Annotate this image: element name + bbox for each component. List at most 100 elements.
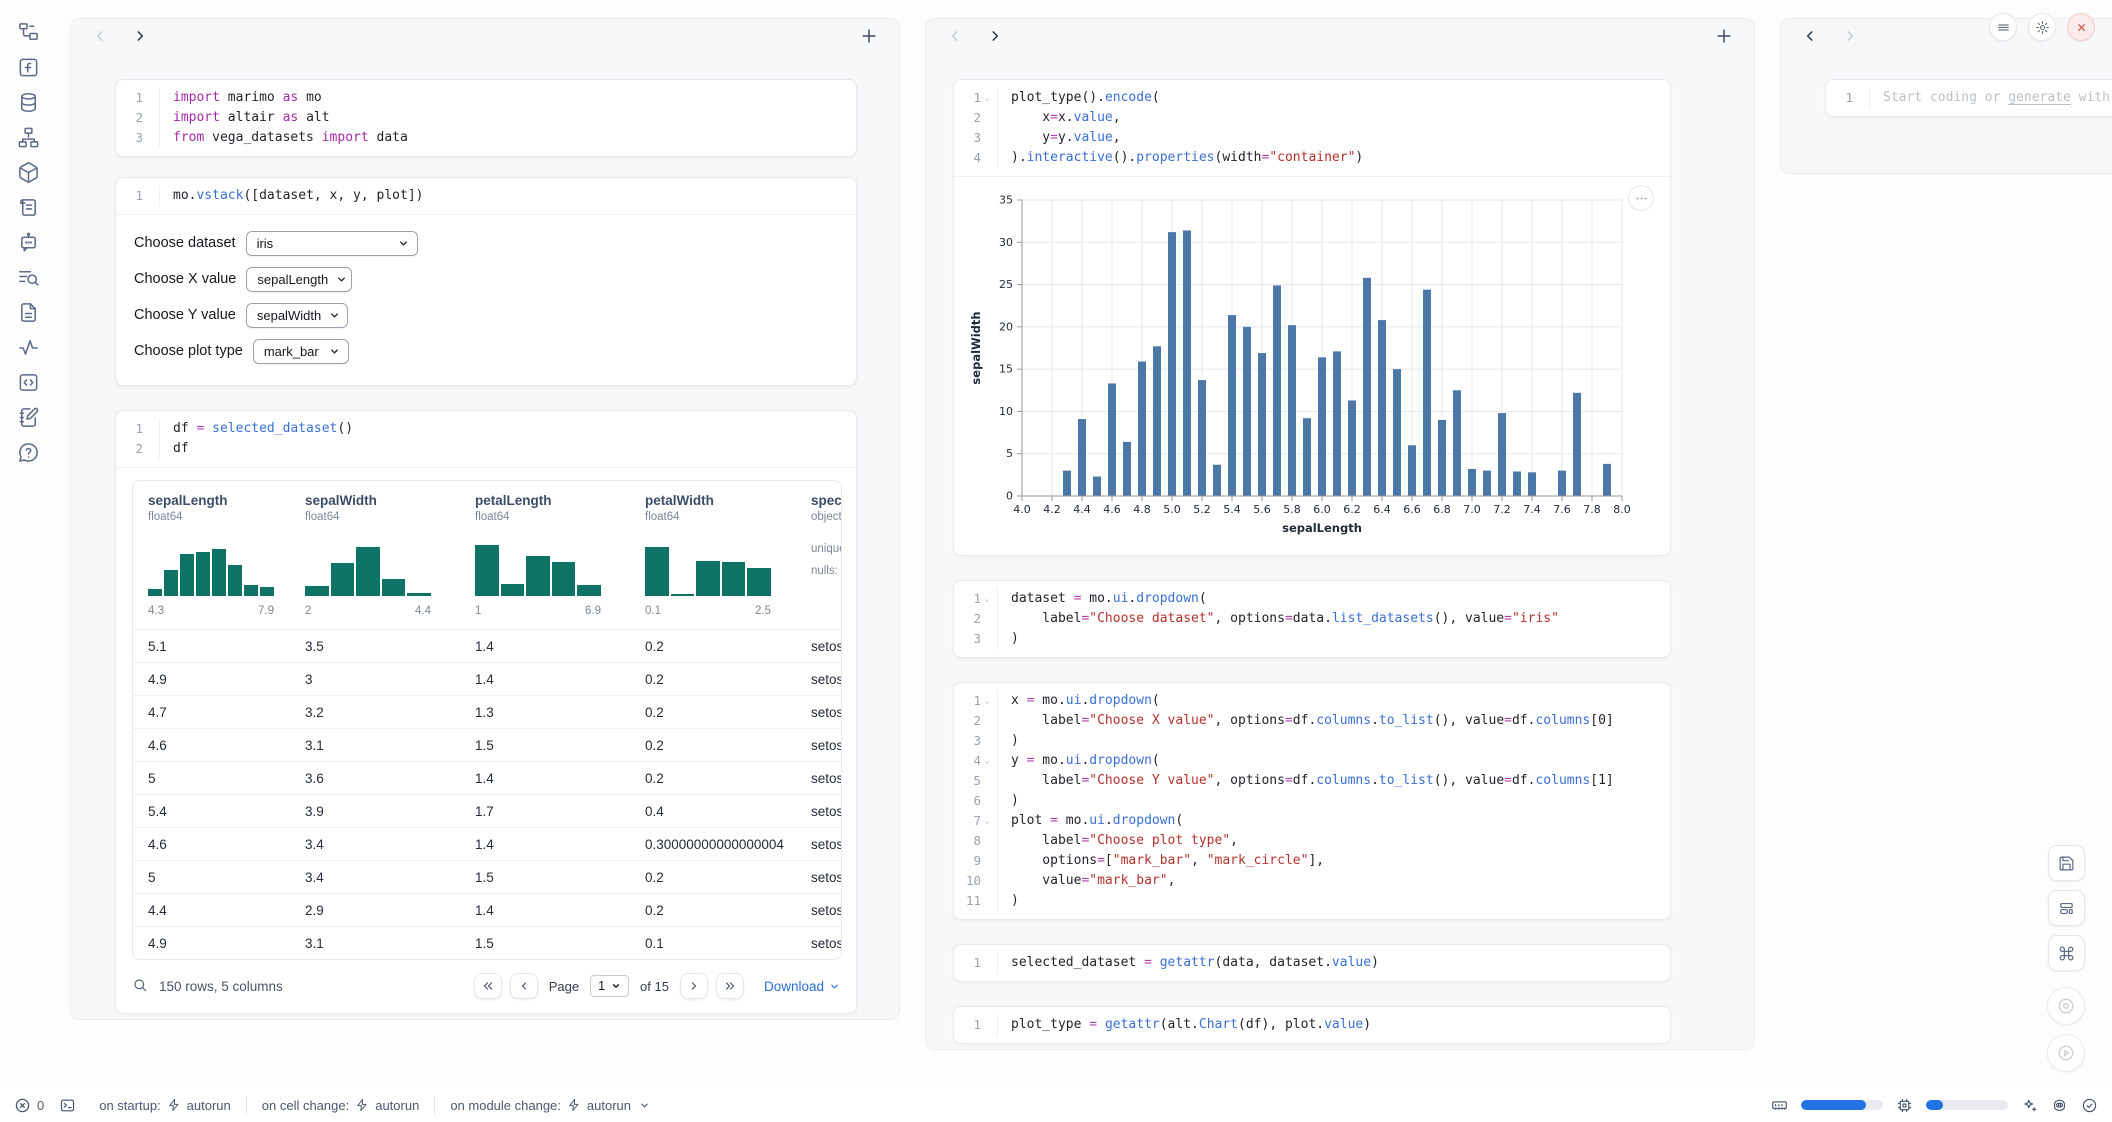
- column-prev-icon[interactable]: [91, 27, 109, 45]
- notebook-column-3: 1 Start coding or generate with AI: [1780, 18, 2112, 174]
- cell-code-editor[interactable]: 1plot_type = getattr(alt.Chart(df), plot…: [954, 1007, 1670, 1043]
- ai-sparkles-icon[interactable]: [2021, 1097, 2038, 1114]
- table-cell: 1.4: [460, 903, 630, 918]
- table-row[interactable]: 53.41.50.2setosa: [133, 860, 841, 893]
- svg-text:5.2: 5.2: [1193, 503, 1211, 516]
- on-startup-setting[interactable]: on startup: autorun: [84, 1096, 246, 1114]
- add-cell-icon[interactable]: [859, 26, 879, 46]
- add-cell-icon[interactable]: [1714, 26, 1734, 46]
- menu-icon[interactable]: [1989, 13, 2017, 41]
- stop-icon[interactable]: [2047, 987, 2085, 1025]
- column-prev-icon[interactable]: [946, 27, 964, 45]
- cell-chart: 1⌄234plot_type().encode( x=x.value, y=y.…: [953, 79, 1671, 556]
- table-row[interactable]: 4.63.11.50.2setosa: [133, 728, 841, 761]
- column-header[interactable]: petalWidthfloat640.12.5: [630, 481, 796, 629]
- column-next-icon[interactable]: [1841, 27, 1859, 45]
- save-icon[interactable]: [2048, 845, 2085, 881]
- layout-panels-icon[interactable]: [2048, 890, 2085, 926]
- table-row[interactable]: 5.43.91.70.4setosa: [133, 794, 841, 827]
- terminal-icon[interactable]: [59, 1097, 76, 1114]
- column-header[interactable]: sepalLengthfloat644.37.9: [133, 481, 290, 629]
- column-header[interactable]: petalLengthfloat6416.9: [460, 481, 630, 629]
- choose-y-value-select[interactable]: sepalWidth: [246, 303, 348, 328]
- table-row[interactable]: 4.63.41.40.30000000000000004setosa: [133, 827, 841, 860]
- column-header[interactable]: sepalWidthfloat6424.4: [290, 481, 460, 629]
- svg-text:15: 15: [999, 363, 1013, 376]
- svg-text:30: 30: [999, 236, 1013, 249]
- table-row[interactable]: 4.93.11.50.1setosa: [133, 926, 841, 959]
- svg-text:10: 10: [999, 405, 1013, 418]
- chart-output: 051015202530354.04.24.44.64.85.05.25.45.…: [954, 176, 1670, 555]
- list-search-icon[interactable]: [17, 266, 40, 289]
- search-icon[interactable]: [132, 977, 148, 996]
- cell-code-editor[interactable]: 1selected_dataset = getattr(data, datase…: [954, 945, 1670, 981]
- database-icon[interactable]: [17, 91, 40, 114]
- column-prev-icon[interactable]: [1801, 27, 1819, 45]
- chevron-down-icon: [639, 1100, 650, 1111]
- column-header[interactable]: speciesobjectuniquenulls:: [796, 481, 842, 629]
- chart-menu-icon[interactable]: [1628, 185, 1654, 211]
- prev-page-button[interactable]: [510, 973, 538, 999]
- cell-code-editor[interactable]: 1⌄234⌄567⌄891011x = mo.ui.dropdown( labe…: [954, 683, 1670, 919]
- notebook-pen-icon[interactable]: [17, 406, 40, 429]
- bolt-icon: [167, 1098, 181, 1112]
- table-row[interactable]: 4.42.91.40.2setosa: [133, 893, 841, 926]
- generate-link[interactable]: generate: [2008, 90, 2071, 105]
- help-bubble-icon[interactable]: [17, 441, 40, 464]
- close-icon[interactable]: [2067, 13, 2095, 41]
- cpu-usage-bar: [1926, 1100, 2008, 1110]
- cell-code-editor[interactable]: 1⌄234plot_type().encode( x=x.value, y=y.…: [954, 80, 1670, 176]
- on-cell-change-setting[interactable]: on cell change: autorun: [246, 1096, 435, 1114]
- svg-text:6.0: 6.0: [1313, 503, 1331, 516]
- cell-xy-plot-dropdowns: 1⌄234⌄567⌄891011x = mo.ui.dropdown( labe…: [953, 682, 1671, 920]
- function-square-icon[interactable]: [17, 56, 40, 79]
- cell-code-editor[interactable]: 1 Start coding or generate with AI: [1826, 80, 2112, 116]
- svg-text:5.6: 5.6: [1253, 503, 1271, 516]
- settings-gear-icon[interactable]: [2028, 13, 2056, 41]
- file-tree-icon[interactable]: [17, 21, 40, 44]
- table-cell: 5: [133, 771, 290, 786]
- cell-code-editor[interactable]: 123import marimo as moimport altair as a…: [116, 80, 856, 156]
- table-row[interactable]: 53.61.40.2setosa: [133, 761, 841, 794]
- on-module-change-setting[interactable]: on module change: autorun: [434, 1096, 665, 1114]
- download-button[interactable]: Download: [764, 979, 840, 994]
- column-next-icon[interactable]: [131, 27, 149, 45]
- package-icon[interactable]: [17, 161, 40, 184]
- last-page-button[interactable]: [716, 973, 744, 999]
- scroll-text-icon[interactable]: [17, 196, 40, 219]
- command-icon[interactable]: [2048, 935, 2085, 971]
- code-line: y = mo.ui.dropdown(: [1011, 751, 1614, 771]
- data-table: sepalLengthfloat644.37.9sepalWidthfloat6…: [132, 480, 842, 960]
- svg-text:6.2: 6.2: [1343, 503, 1361, 516]
- cell-code-editor[interactable]: 12df = selected_dataset()df: [116, 411, 856, 467]
- table-row[interactable]: 4.73.21.30.2setosa: [133, 695, 841, 728]
- choose-dataset-select[interactable]: iris: [246, 231, 418, 256]
- table-header-row: sepalLengthfloat644.37.9sepalWidthfloat6…: [133, 481, 841, 629]
- choose-x-value-select[interactable]: sepalLength: [246, 267, 352, 292]
- connection-status-icon[interactable]: [2081, 1097, 2098, 1114]
- column-next-icon[interactable]: [986, 27, 1004, 45]
- cpu-bar-fill: [1926, 1100, 1943, 1110]
- first-page-button[interactable]: [474, 973, 502, 999]
- code-square-icon[interactable]: [17, 371, 40, 394]
- choose-plot-type-select[interactable]: mark_bar: [253, 339, 349, 364]
- svg-text:5.8: 5.8: [1283, 503, 1301, 516]
- bolt-icon: [567, 1098, 581, 1112]
- altair-chart[interactable]: 051015202530354.04.24.44.64.85.05.25.45.…: [964, 186, 1670, 551]
- file-text-icon[interactable]: [17, 301, 40, 324]
- table-row[interactable]: 5.13.51.40.2setosa: [133, 629, 841, 662]
- copilot-icon[interactable]: [2051, 1097, 2068, 1114]
- errors-indicator[interactable]: 0: [14, 1097, 44, 1114]
- cell-code-editor[interactable]: 1⌄23dataset = mo.ui.dropdown( label="Cho…: [954, 581, 1670, 657]
- table-row[interactable]: 4.931.40.2setosa: [133, 662, 841, 695]
- next-page-button[interactable]: [680, 973, 708, 999]
- run-all-icon[interactable]: [2047, 1034, 2085, 1072]
- code-line: label="Choose dataset", options=data.lis…: [1011, 609, 1559, 629]
- cell-code-editor[interactable]: 1mo.vstack([dataset, x, y, plot]): [116, 178, 856, 214]
- page-select[interactable]: 1: [590, 975, 629, 997]
- table-cell: 5: [133, 870, 290, 885]
- activity-icon[interactable]: [17, 336, 40, 359]
- bot-message-icon[interactable]: [17, 231, 40, 254]
- code-line: df = selected_dataset(): [173, 419, 353, 439]
- network-icon[interactable]: [17, 126, 40, 149]
